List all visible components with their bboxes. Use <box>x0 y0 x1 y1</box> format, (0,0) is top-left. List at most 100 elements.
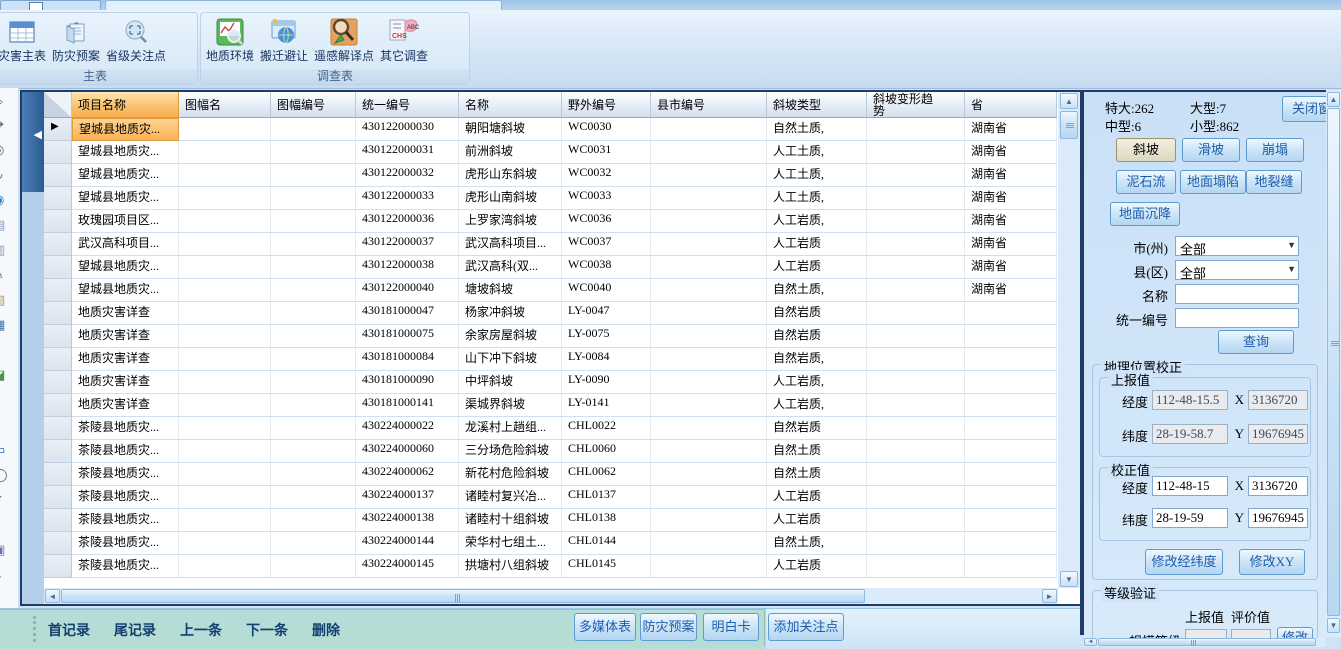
cell[interactable]: 人工岩质 <box>767 256 867 279</box>
cell[interactable]: LY-0090 <box>562 371 651 394</box>
cell[interactable] <box>651 187 767 210</box>
zoom-tool-icon[interactable]: ◎ <box>0 142 13 158</box>
cell[interactable]: 湖南省 <box>965 118 1057 141</box>
cell[interactable] <box>651 302 767 325</box>
table-hscroll-thumb[interactable] <box>61 589 865 603</box>
cell[interactable] <box>179 325 271 348</box>
cell[interactable] <box>867 532 965 555</box>
cell[interactable]: 诸睦村十组斜坡 <box>459 509 562 532</box>
cell[interactable] <box>867 256 965 279</box>
cell[interactable]: 430122000030 <box>356 118 459 141</box>
cell[interactable] <box>271 233 356 256</box>
cell[interactable]: 茶陵县地质灾... <box>72 555 179 578</box>
cell[interactable]: 茶陵县地质灾... <box>72 509 179 532</box>
cell[interactable]: 自然土质, <box>767 532 867 555</box>
cell[interactable]: 望城县地质灾... <box>72 256 179 279</box>
column-header-4[interactable]: 统一编号 <box>356 92 459 118</box>
table-row[interactable]: 茶陵县地质灾...430224000145拱塘村八组斜坡CHL0145人工岩质 <box>44 555 1057 578</box>
cell[interactable]: 荣华村七组土... <box>459 532 562 555</box>
cell[interactable]: 虎形山南斜坡 <box>459 187 562 210</box>
cell[interactable]: 430224000062 <box>356 463 459 486</box>
cell[interactable]: LY-0047 <box>562 302 651 325</box>
cell[interactable]: 人工岩质 <box>767 233 867 256</box>
scroll-up-icon[interactable]: ▲ <box>1060 93 1078 109</box>
row-selector[interactable] <box>44 164 72 187</box>
cell[interactable] <box>271 440 356 463</box>
cell[interactable] <box>651 256 767 279</box>
query-button[interactable]: 查询 <box>1218 330 1294 354</box>
table-row[interactable]: 地质灾害详查430181000084山下冲下斜坡LY-0084自然岩质, <box>44 348 1057 371</box>
cell[interactable]: WC0037 <box>562 233 651 256</box>
table-row[interactable]: 茶陵县地质灾...430224000060三分场危险斜坡CHL0060自然土质 <box>44 440 1057 463</box>
column-header-1[interactable]: 项目名称 <box>72 92 179 118</box>
cell[interactable] <box>651 164 767 187</box>
cell[interactable] <box>867 555 965 578</box>
pan-tool-icon[interactable]: ✥ <box>0 117 13 133</box>
cell[interactable] <box>271 417 356 440</box>
cell[interactable]: 人工岩质 <box>767 555 867 578</box>
row-selector[interactable] <box>44 371 72 394</box>
cell[interactable]: WC0038 <box>562 256 651 279</box>
bottom-button-防灾预案[interactable]: 防灾预案 <box>640 613 697 641</box>
column-header-6[interactable]: 野外编号 <box>562 92 651 118</box>
cell[interactable] <box>651 210 767 233</box>
bottom-button-明白卡[interactable]: 明白卡 <box>703 613 759 641</box>
row-selector[interactable] <box>44 348 72 371</box>
bottom-button-多媒体表[interactable]: 多媒体表 <box>574 613 636 641</box>
table-row[interactable]: 茶陵县地质灾...430224000062新花村危险斜坡CHL0062自然土质 <box>44 463 1057 486</box>
cell[interactable]: 武汉高科项目... <box>459 233 562 256</box>
cell[interactable]: 武汉高科(双... <box>459 256 562 279</box>
cell[interactable] <box>867 141 965 164</box>
cell[interactable]: 地质灾害详查 <box>72 394 179 417</box>
table-row[interactable]: 望城县地质灾...430122000032虎形山东斜坡WC0032人工土质,湖南… <box>44 164 1057 187</box>
cell[interactable] <box>179 118 271 141</box>
cell[interactable] <box>651 440 767 463</box>
cell[interactable]: LY-0084 <box>562 348 651 371</box>
column-header-9[interactable]: 斜坡变形趋势 <box>867 92 965 118</box>
copy-document-icon[interactable]: ▥ <box>0 242 13 258</box>
cell[interactable]: 人工岩质, <box>767 394 867 417</box>
cell[interactable]: 杨家冲斜坡 <box>459 302 562 325</box>
type-button-地面沉降[interactable]: 地面沉降 <box>1110 202 1180 226</box>
chart-icon[interactable]: ◪ <box>0 367 13 383</box>
cell[interactable] <box>965 555 1057 578</box>
cell[interactable]: WC0030 <box>562 118 651 141</box>
cell[interactable] <box>867 371 965 394</box>
cell[interactable] <box>179 141 271 164</box>
cell[interactable]: 湖南省 <box>965 141 1057 164</box>
cell[interactable] <box>867 210 965 233</box>
cell[interactable] <box>867 187 965 210</box>
cell[interactable]: CHL0137 <box>562 486 651 509</box>
table-row[interactable]: 地质灾害详查430181000047杨家冲斜坡LY-0047自然岩质 <box>44 302 1057 325</box>
cell[interactable]: 430181000084 <box>356 348 459 371</box>
table-row[interactable]: 望城县地质灾...430122000040塘坡斜坡WC0040自然土质,湖南省 <box>44 279 1057 302</box>
cell[interactable] <box>271 302 356 325</box>
row-selector[interactable] <box>44 325 72 348</box>
cell[interactable] <box>179 233 271 256</box>
collapse-panel-strip[interactable]: ◀ <box>22 92 44 192</box>
cell[interactable]: 茶陵县地质灾... <box>72 463 179 486</box>
table-row[interactable]: ▶望城县地质灾...430122000030朝阳塘斜坡WC0030自然土质,湖南… <box>44 118 1057 141</box>
cell[interactable]: 湖南省 <box>965 210 1057 233</box>
blue-circle-icon[interactable]: ● <box>0 417 13 433</box>
note-icon[interactable]: ▧ <box>0 292 13 308</box>
cell[interactable]: 430224000060 <box>356 440 459 463</box>
cell[interactable] <box>179 555 271 578</box>
cell[interactable]: 新花村危险斜坡 <box>459 463 562 486</box>
cell[interactable]: 三分场危险斜坡 <box>459 440 562 463</box>
cell[interactable] <box>965 348 1057 371</box>
cell[interactable] <box>867 302 965 325</box>
table-row[interactable]: 望城县地质灾...430122000031前洲斜坡WC0031人工土质,湖南省 <box>44 141 1057 164</box>
column-header-7[interactable]: 县市编号 <box>651 92 767 118</box>
cell[interactable]: 地质灾害详查 <box>72 371 179 394</box>
scroll-down-icon[interactable]: ▼ <box>1060 571 1078 587</box>
row-selector[interactable]: ▶ <box>44 118 72 141</box>
unified-code-input[interactable] <box>1175 308 1299 328</box>
type-button-地裂缝[interactable]: 地裂缝 <box>1246 170 1302 194</box>
nav-link-尾记录[interactable]: 尾记录 <box>114 620 156 640</box>
table-row[interactable]: 茶陵县地质灾...430224000138诸睦村十组斜坡CHL0138人工岩质 <box>44 509 1057 532</box>
cell[interactable] <box>271 210 356 233</box>
type-button-斜坡[interactable]: 斜坡 <box>1116 138 1176 162</box>
type-button-滑坡[interactable]: 滑坡 <box>1182 138 1240 162</box>
cell[interactable] <box>651 394 767 417</box>
